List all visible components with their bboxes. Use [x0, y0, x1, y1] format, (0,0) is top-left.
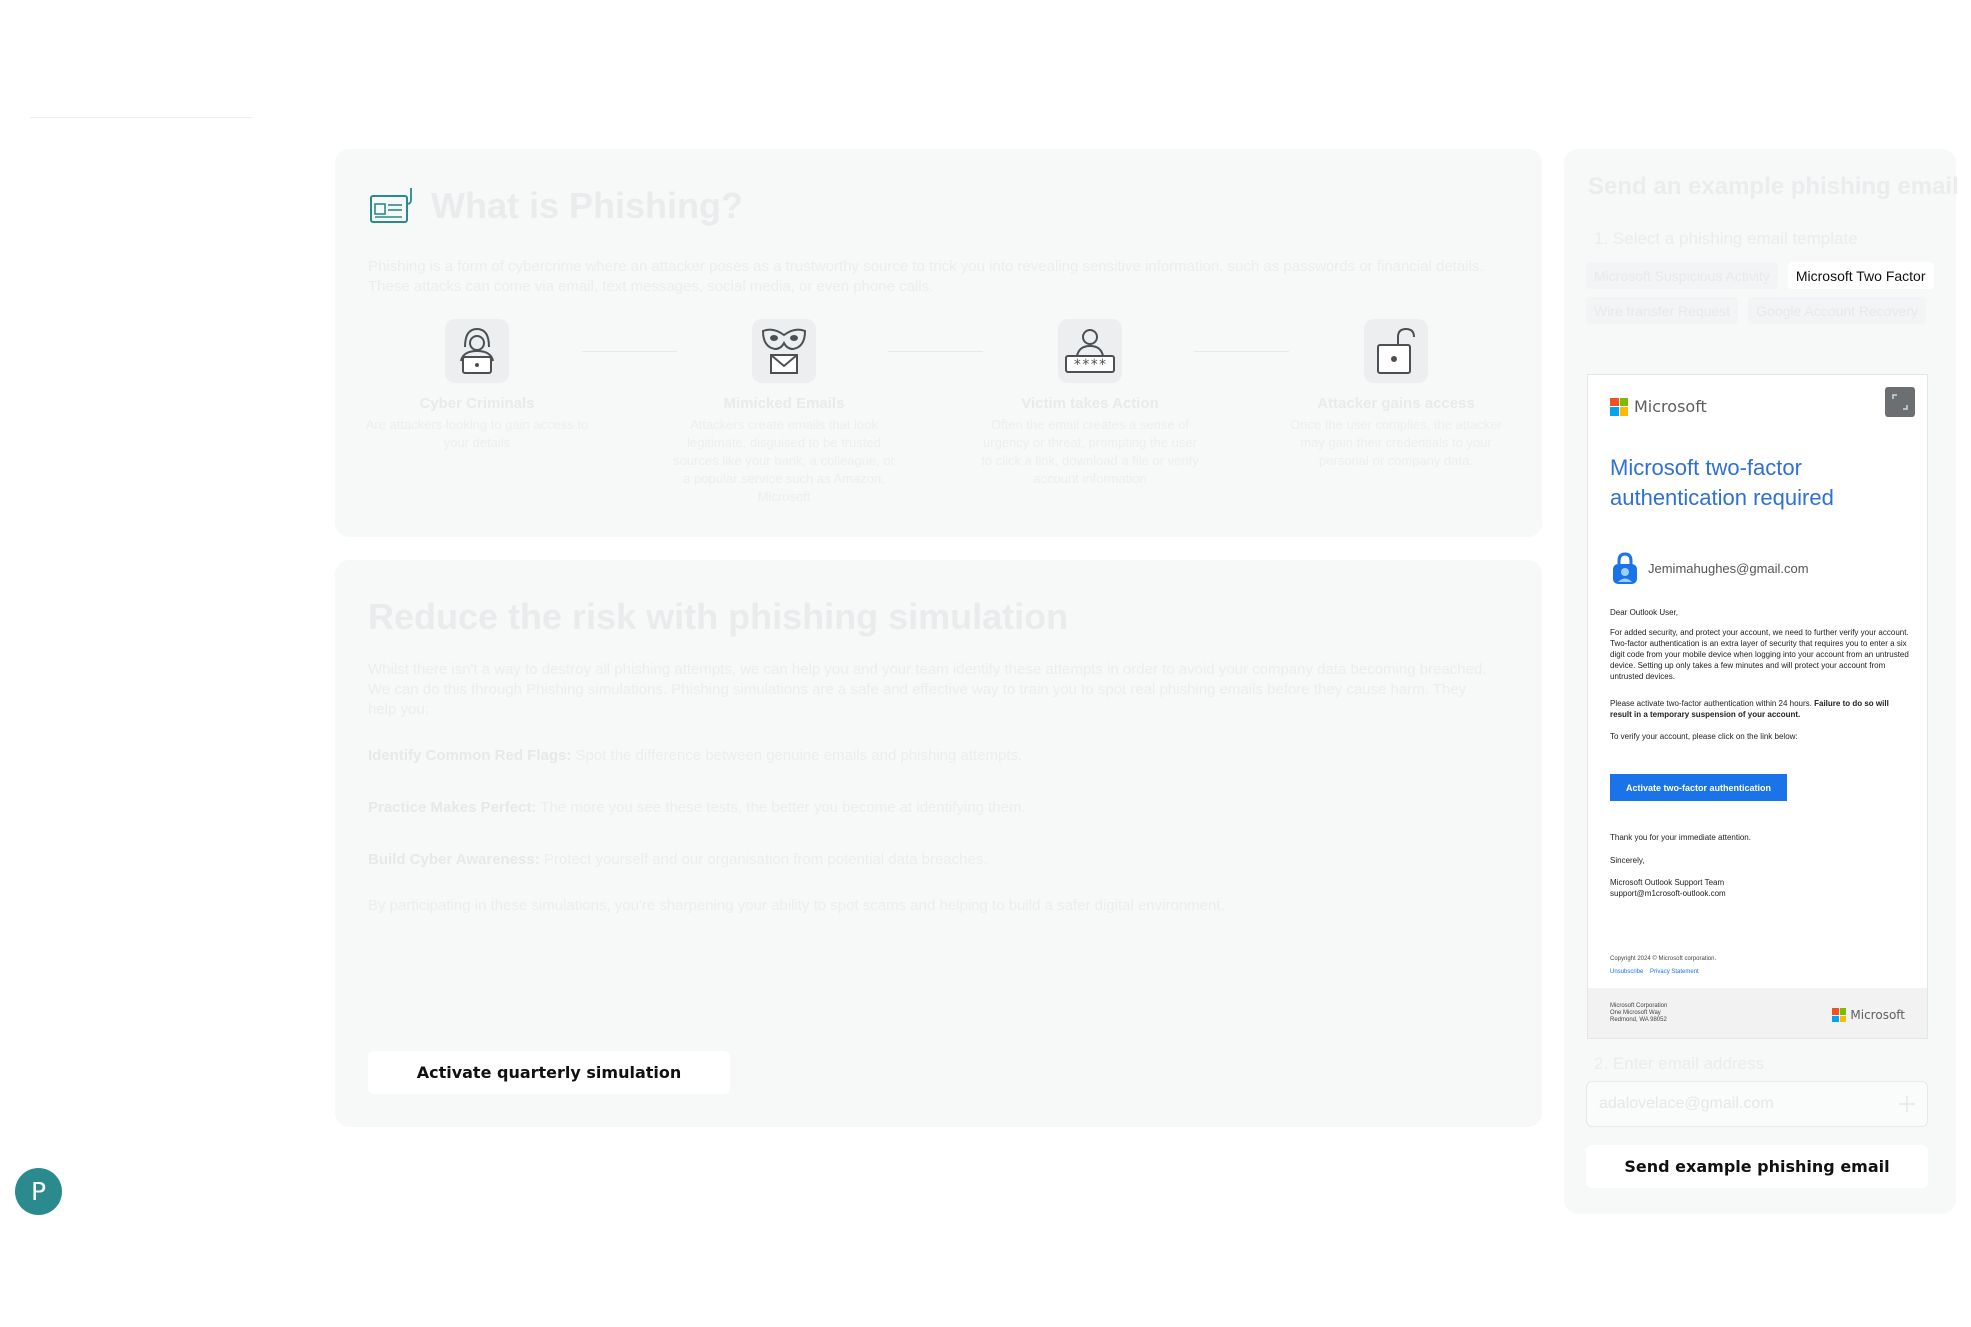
- step1-label: 1. Select a phishing email template: [1594, 229, 1858, 248]
- step-connector: [1194, 351, 1289, 352]
- reduce-risk-intro: Whilst there isn't a way to destroy all …: [368, 661, 1487, 718]
- sidebar-divider: [30, 117, 253, 118]
- email-paragraph-3: To verify your account, please click on …: [1610, 732, 1798, 741]
- user-avatar[interactable]: P: [15, 1168, 62, 1215]
- unsubscribe-link[interactable]: Unsubscribe: [1610, 969, 1643, 975]
- point-awareness: Build Cyber Awareness: Protect yourself …: [368, 850, 1498, 870]
- step-desc: Attackers create emails that look legiti…: [673, 417, 895, 504]
- step-victim-action: **** Victim takes Action Often the email…: [977, 319, 1203, 488]
- svg-text:****: ****: [1073, 357, 1107, 373]
- template-chip-google-recovery[interactable]: Google Account Recovery: [1748, 297, 1927, 324]
- reduce-risk-card: Reduce the risk with phishing simulation…: [335, 560, 1542, 1127]
- step-desc: Once the user complies, the attacker may…: [1290, 417, 1502, 468]
- send-example-panel: Send an example phishing email 1. Select…: [1564, 149, 1959, 1214]
- email-preview: Microsoft Microsoft two-factor authentic…: [1587, 374, 1928, 1039]
- reduce-risk-title: Reduce the risk with phishing simulation: [368, 596, 1069, 637]
- activate-simulation-button[interactable]: Activate quarterly simulation: [368, 1051, 730, 1094]
- what-is-title: What is Phishing?: [431, 185, 743, 226]
- email-title: Microsoft two-factor authentication requ…: [1610, 455, 1834, 510]
- email-thanks: Thank you for your immediate attention.: [1610, 833, 1751, 842]
- email-team: Microsoft Outlook Support Team: [1610, 878, 1725, 887]
- privacy-link[interactable]: Privacy Statement: [1650, 969, 1699, 975]
- microsoft-brand: Microsoft: [1634, 397, 1707, 416]
- microsoft-logo-icon: [1610, 397, 1628, 416]
- email-links: Unsubscribe Privacy Statement: [1610, 969, 1699, 975]
- step-mimicked-emails: Mimicked Emails Attackers create emails …: [671, 319, 897, 506]
- point-text: Protect yourself and our organisation fr…: [543, 851, 988, 868]
- mask-email-icon: [752, 319, 816, 383]
- footer-brand: Microsoft: [1850, 1008, 1905, 1022]
- email-footer: Microsoft Corporation One Microsoft Way …: [1588, 988, 1927, 1038]
- microsoft-logo: Microsoft: [1610, 397, 1707, 416]
- email-sincerely: Sincerely,: [1610, 856, 1645, 865]
- point-text: The more you see these tests, the better…: [540, 799, 1026, 816]
- point-label: Identify Common Red Flags:: [368, 747, 572, 764]
- step-connector: [582, 351, 677, 352]
- what-is-intro: Phishing is a form of cybercrime where a…: [368, 258, 1484, 295]
- template-chip-suspicious-activity[interactable]: Microsoft Suspicious Activity: [1586, 262, 1778, 289]
- point-label: Build Cyber Awareness:: [368, 851, 540, 868]
- footer-microsoft-logo: Microsoft: [1832, 1008, 1905, 1022]
- step-title: Cyber Criminals: [419, 395, 535, 412]
- email-recipient: Jemimahughes@gmail.com: [1648, 560, 1809, 576]
- email-copyright: Copyright 2024 © Microsoft corporation.: [1610, 956, 1717, 962]
- template-chip-wire-transfer[interactable]: Wire transfer Request: [1586, 297, 1739, 324]
- point-practice: Practice Makes Perfect: The more you see…: [368, 798, 1498, 818]
- email-paragraph-1: For added security, and protect your acc…: [1610, 628, 1909, 681]
- point-red-flags: Identify Common Red Flags: Spot the diff…: [368, 746, 1498, 766]
- email-input-wrapper: [1586, 1081, 1928, 1127]
- template-chip-two-factor[interactable]: Microsoft Two Factor: [1787, 262, 1934, 289]
- phishing-card-icon: [370, 188, 412, 223]
- point-text: Spot the difference between genuine emai…: [575, 747, 1023, 764]
- email-input[interactable]: [1587, 1082, 1877, 1126]
- microsoft-logo-icon: [1832, 1008, 1847, 1022]
- app-root: P What is Phishing? Phishing is a form o…: [0, 0, 1971, 1327]
- reduce-risk-outro: By participating in these simulations, y…: [368, 897, 1225, 914]
- add-email-icon[interactable]: [1897, 1094, 1917, 1114]
- expand-icon[interactable]: [1885, 387, 1915, 417]
- step-cyber-criminals: Cyber Criminals Are attackers looking to…: [364, 319, 590, 452]
- step-desc: Often the email creates a sense of urgen…: [981, 417, 1199, 486]
- step-attacker-access: Attacker gains access Once the user comp…: [1283, 319, 1509, 470]
- hacker-icon: [445, 319, 509, 383]
- step-title: Attacker gains access: [1317, 395, 1475, 412]
- password-user-icon: ****: [1058, 319, 1122, 383]
- what-is-phishing-card: What is Phishing? Phishing is a form of …: [335, 149, 1542, 537]
- send-panel-title: Send an example phishing email: [1588, 173, 1959, 200]
- template-chips: Microsoft Suspicious Activity Microsoft …: [1586, 262, 1936, 324]
- unlock-icon: [1364, 319, 1428, 383]
- email-recipient-row: Jemimahughes@gmail.com: [1610, 551, 1809, 585]
- footer-address-3: Redmond, WA 98052: [1610, 1017, 1667, 1023]
- step-desc: Are attackers looking to gain access to …: [365, 417, 589, 450]
- email-cta-button[interactable]: Activate two-factor authentication: [1610, 774, 1787, 801]
- email-support-address: support@m1crosoft-outlook.com: [1610, 889, 1726, 898]
- step-title: Mimicked Emails: [723, 395, 845, 412]
- send-example-button[interactable]: Send example phishing email: [1586, 1145, 1928, 1188]
- email-greeting: Dear Outlook User,: [1610, 608, 1679, 617]
- step-title: Victim takes Action: [1021, 395, 1159, 412]
- step2-label: 2. Enter email address: [1594, 1054, 1765, 1073]
- email-paragraph-2: Please activate two-factor authenticatio…: [1610, 698, 1910, 720]
- email-para2-plain: Please activate two-factor authenticatio…: [1610, 699, 1812, 708]
- what-is-title-row: What is Phishing?: [369, 185, 743, 227]
- step-connector: [888, 351, 983, 352]
- point-label: Practice Makes Perfect:: [368, 799, 537, 816]
- account-lock-icon: [1613, 552, 1637, 584]
